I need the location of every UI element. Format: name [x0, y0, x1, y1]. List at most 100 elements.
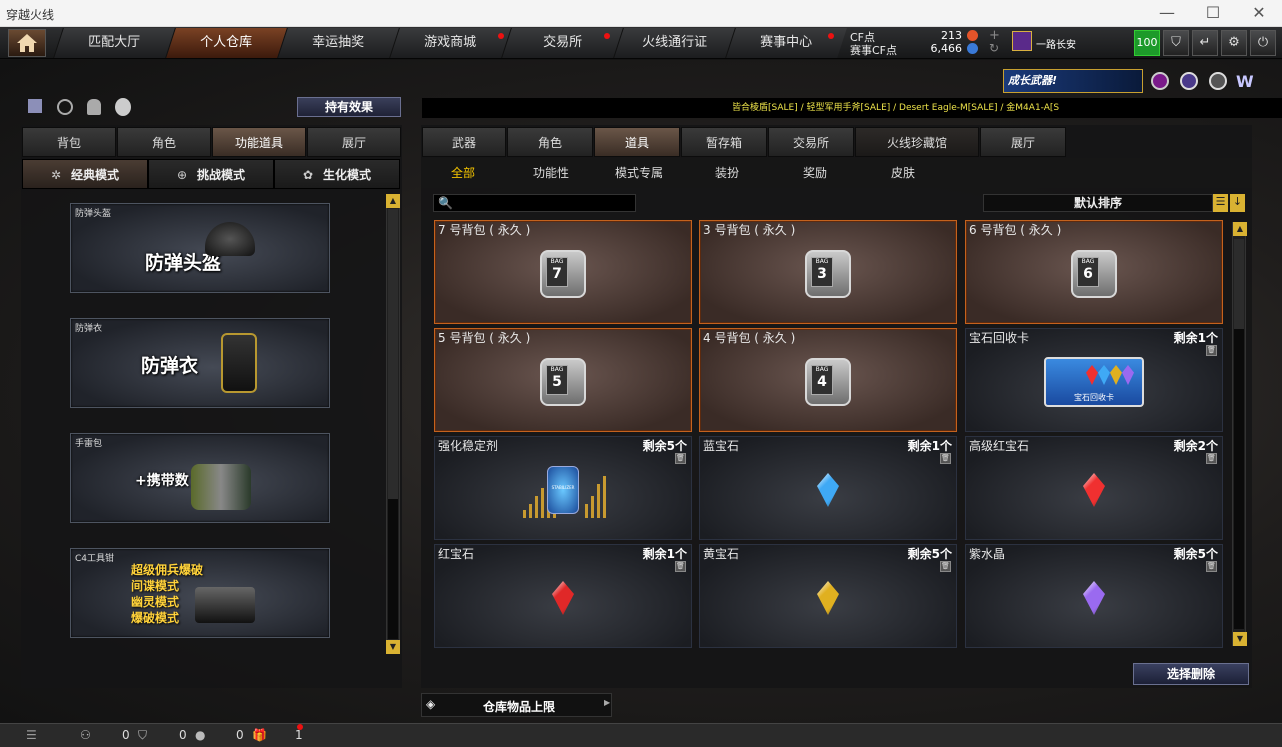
nav-tab[interactable]: 幸运抽奖 — [277, 28, 399, 58]
items-scrollbar[interactable] — [1232, 222, 1246, 646]
trash-icon[interactable]: 🗑 — [1206, 453, 1217, 464]
inventory-item[interactable]: 蓝宝石 剩余1个 🗑 — [699, 436, 957, 540]
equipment-card[interactable]: C4工具钳 超级佣兵爆破 间谍模式 幽灵模式 爆破模式 — [70, 548, 330, 638]
inventory-item[interactable]: 黄宝石 剩余5个 🗑 — [699, 544, 957, 648]
maximize-button[interactable]: ☐ — [1190, 0, 1236, 27]
left-tab[interactable]: 角色 — [117, 127, 211, 157]
left-scroll-up-icon[interactable]: ▲ — [386, 194, 400, 208]
subtab[interactable]: 功能性 — [516, 159, 586, 187]
level-badge[interactable]: 100 — [1134, 30, 1160, 56]
right-tab[interactable]: 交易所 — [768, 127, 854, 157]
left-tab[interactable]: 功能道具 — [212, 127, 306, 157]
grenade-icon[interactable] — [115, 98, 131, 116]
mode-tab-label: 经典模式 — [71, 168, 120, 182]
item-name: 3 号背包 ( 永久 ) — [703, 223, 796, 237]
stabilizer-chart-bar — [597, 484, 600, 519]
match-cf-coin-icon — [967, 43, 978, 54]
menu-list-icon[interactable]: ☰ — [26, 728, 37, 742]
items-scroll-down-icon[interactable]: ▼ — [1233, 632, 1247, 646]
top-navigation: 匹配大厅 个人仓库 幸运抽奖 游戏商城 交易所 火线通行证 赛事中心 CF点 赛事CF点 2… — [0, 27, 1282, 59]
globe-icon[interactable] — [1180, 72, 1198, 90]
trash-icon[interactable]: 🗑 — [675, 561, 686, 572]
classic-mode-icon: ✲ — [50, 168, 62, 182]
inventory-item[interactable]: 4 号背包 ( 永久 ) BAG 4 — [699, 328, 957, 432]
inventory-item[interactable]: 5 号背包 ( 永久 ) BAG 5 — [434, 328, 692, 432]
inventory-item[interactable]: 宝石回收卡 剩余1个 🗑 宝石回收卡 — [965, 328, 1223, 432]
minimize-button[interactable]: — — [1144, 0, 1190, 27]
items-scroll-thumb[interactable] — [1234, 329, 1244, 629]
trash-icon[interactable]: 🗑 — [940, 453, 951, 464]
equipment-card[interactable]: 防弹衣 防弹衣 — [70, 318, 330, 408]
equipment-card[interactable]: 手雷包 +携带数 — [70, 433, 330, 523]
right-tab[interactable]: 火线珍藏馆 — [855, 127, 979, 157]
return-icon[interactable]: ↵ — [1192, 30, 1218, 56]
nav-tab[interactable]: 游戏商城 — [389, 28, 511, 58]
equipment-card[interactable]: 防弹头盔 防弹头盔 — [70, 203, 330, 293]
subtab[interactable]: 皮肤 — [868, 159, 938, 187]
refresh-icon[interactable]: ↻ — [989, 41, 999, 55]
backpack-graphic: BAG 5 — [540, 358, 586, 407]
left-tab[interactable]: 展厅 — [307, 127, 401, 157]
close-button[interactable]: ✕ — [1236, 0, 1282, 27]
inventory-item[interactable]: 6 号背包 ( 永久 ) BAG 6 — [965, 220, 1223, 324]
home-button[interactable] — [8, 29, 46, 57]
right-tab[interactable]: 展厅 — [980, 127, 1066, 157]
wing-logo-icon[interactable]: W — [1236, 72, 1254, 91]
inventory-item[interactable]: 红宝石 剩余1个 🗑 — [434, 544, 692, 648]
left-scroll-down-icon[interactable]: ▼ — [386, 640, 400, 654]
items-scroll-track-upper — [1234, 239, 1244, 329]
subtab[interactable]: 装扮 — [692, 159, 762, 187]
sort-select[interactable]: 默认排序 — [983, 194, 1213, 212]
left-scroll-thumb[interactable] — [388, 499, 398, 639]
subtab[interactable]: 奖励 — [780, 159, 850, 187]
medal-icon[interactable] — [1209, 72, 1227, 90]
inventory-item[interactable]: 高级红宝石 剩余2个 🗑 — [965, 436, 1223, 540]
nav-tab[interactable]: 匹配大厅 — [53, 28, 175, 58]
trash-icon[interactable]: 🗑 — [1206, 345, 1217, 356]
right-tab[interactable]: 武器 — [422, 127, 506, 157]
subtab[interactable]: 全部 — [428, 159, 498, 187]
right-tab[interactable]: 暂存箱 — [681, 127, 767, 157]
items-scroll-up-icon[interactable]: ▲ — [1233, 222, 1247, 236]
promo-banner[interactable]: 成长武器! — [1003, 69, 1143, 93]
search-input[interactable] — [456, 195, 634, 211]
capacity-bar[interactable]: ◈ 仓库物品上限 ▶ — [421, 693, 612, 717]
settings-gear-icon[interactable]: ⚙ — [1221, 30, 1247, 56]
right-tab[interactable]: 角色 — [507, 127, 593, 157]
select-delete-button[interactable]: 选择删除 — [1133, 663, 1249, 685]
event-badge-icon[interactable] — [1151, 72, 1169, 90]
trash-icon[interactable]: 🗑 — [1206, 561, 1217, 572]
trash-icon[interactable]: 🗑 — [675, 453, 686, 464]
stabilizer-chart-bar — [529, 504, 532, 519]
power-icon[interactable]: ⏻ — [1250, 30, 1276, 56]
mode-tab-label: 生化模式 — [323, 168, 372, 182]
clan-icon[interactable]: ⛉ — [1163, 30, 1189, 56]
gift-icon[interactable]: 🎁 — [252, 728, 267, 742]
nav-tab[interactable]: 火线通行证 — [613, 28, 735, 58]
inventory-item[interactable]: 强化稳定剂 剩余5个 🗑 STABILIZER — [434, 436, 692, 540]
inventory-item[interactable]: 3 号背包 ( 永久 ) BAG 3 — [699, 220, 957, 324]
inventory-item[interactable]: 7 号背包 ( 永久 ) BAG 7 — [434, 220, 692, 324]
character-icon[interactable] — [87, 99, 101, 115]
right-tab[interactable]: 道具 — [594, 127, 680, 157]
stats-icon[interactable] — [28, 99, 42, 113]
nav-tab[interactable]: 个人仓库 — [165, 28, 287, 58]
holding-effects-button[interactable]: 持有效果 — [297, 97, 401, 117]
mode-tab[interactable]: ✿ 生化模式 — [274, 159, 400, 189]
chat-icon[interactable]: ● — [195, 728, 205, 742]
mode-tab[interactable]: ⊕ 挑战模式 — [148, 159, 274, 189]
left-tab[interactable]: 背包 — [22, 127, 116, 157]
rank-icon — [1012, 31, 1032, 51]
friends-icon[interactable]: ⚇ — [80, 728, 91, 742]
inventory-item[interactable]: 紫水晶 剩余5个 🗑 — [965, 544, 1223, 648]
search-box[interactable]: 🔍 — [433, 194, 636, 212]
left-scrollbar[interactable] — [386, 194, 400, 654]
trash-icon[interactable]: 🗑 — [940, 561, 951, 572]
shield-icon[interactable]: ⛉ — [138, 728, 147, 743]
mode-tab[interactable]: ✲ 经典模式 — [22, 159, 148, 189]
gift-count: 1 — [295, 728, 303, 742]
history-icon[interactable] — [57, 99, 73, 115]
sort-direction-icon[interactable]: ↓ — [1230, 194, 1245, 212]
list-view-icon[interactable]: ☰ — [1213, 194, 1228, 212]
subtab[interactable]: 模式专属 — [604, 159, 674, 187]
